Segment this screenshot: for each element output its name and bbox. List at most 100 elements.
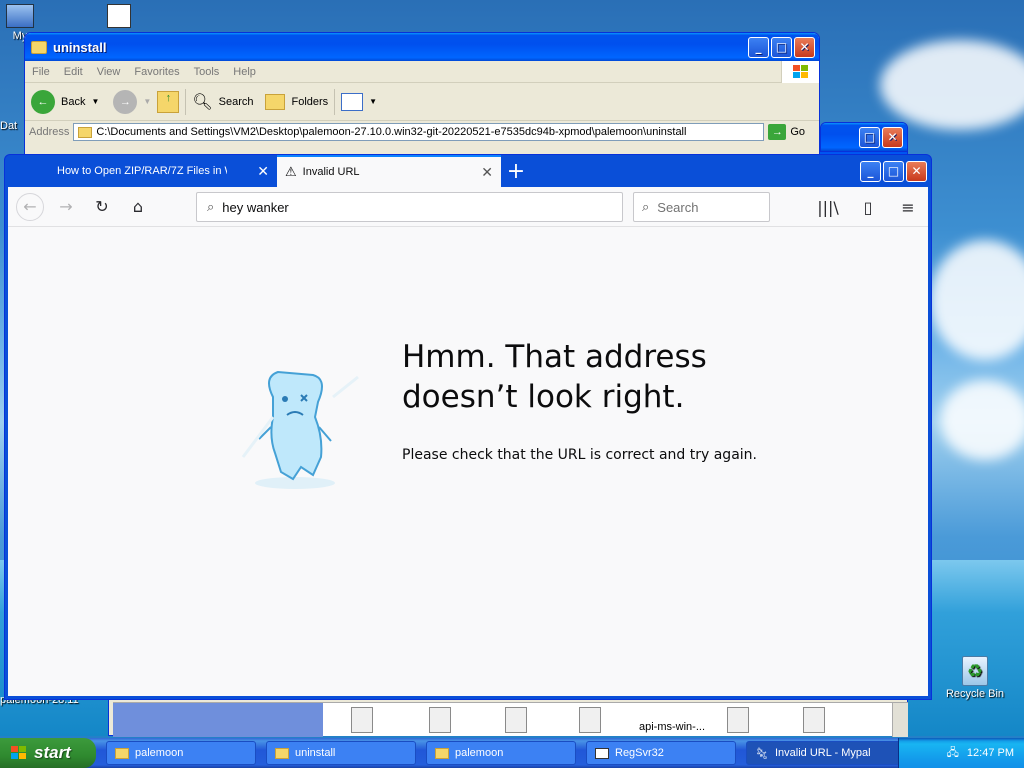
search-button-label[interactable]: Search <box>219 96 254 108</box>
recycle-bin-desktop-icon[interactable]: ♻ Recycle Bin <box>940 656 1010 700</box>
window-title: uninstall <box>53 39 107 55</box>
folder-icon <box>78 126 93 138</box>
search-icon: ⌕ <box>207 199 215 214</box>
folders-button-label[interactable]: Folders <box>291 96 328 108</box>
toolbar: ← Back ▼ → ▼ ↑ 🔍︎ Search Folders ▼ <box>25 83 819 121</box>
file-label[interactable]: api-ms-win-... <box>639 721 705 733</box>
home-icon[interactable]: ⌂ <box>124 193 152 221</box>
maximize-button[interactable]: □ <box>883 160 904 182</box>
close-tab-icon[interactable]: ✕ <box>257 163 269 180</box>
taskbar-item-invalid-url[interactable]: 🦎︎ Invalid URL - Mypal <box>746 741 906 765</box>
clock[interactable]: 12:47 PM <box>967 747 1014 759</box>
maximize-button[interactable]: □ <box>771 36 792 58</box>
tab-how-to-open-zip[interactable]: How to Open ZIP/RAR/7Z Files in Wi ✕ <box>49 155 277 187</box>
menu-view[interactable]: View <box>90 66 128 78</box>
menu-tools[interactable]: Tools <box>187 66 227 78</box>
browser-icon: 🦎︎ <box>755 747 769 760</box>
folder-icon <box>31 40 47 54</box>
dll-file-icon[interactable] <box>429 707 451 733</box>
navigation-toolbar: ← → ↻ ⌂ ⌕ hey wanker ⌕ Search |||\ ▯ ≡ <box>8 187 928 227</box>
title-bar[interactable]: uninstall _ □ ✕ <box>25 33 819 61</box>
close-button[interactable]: ✕ <box>794 36 815 58</box>
address-field[interactable]: C:\Documents and Settings\VM2\Desktop\pa… <box>73 123 765 141</box>
explorer-window-stub[interactable]: □ ✕ <box>820 122 908 152</box>
task-pane-fragment <box>113 703 323 737</box>
taskbar: start palemoon uninstall palemoon RegSvr… <box>0 738 1024 768</box>
back-button-label[interactable]: Back <box>61 96 85 108</box>
go-arrow-icon[interactable]: → <box>768 124 787 140</box>
close-button[interactable]: ✕ <box>906 160 927 182</box>
folder-up-icon[interactable]: ↑ <box>157 90 180 113</box>
task-label: Invalid URL - Mypal <box>774 747 871 759</box>
computer-icon <box>6 4 34 28</box>
window-icon <box>595 747 609 759</box>
dropdown-arrow-icon[interactable]: ▼ <box>369 97 377 106</box>
recycle-bin-icon: ♻ <box>962 656 988 686</box>
new-tab-plus-icon[interactable]: + <box>501 155 531 187</box>
search-placeholder: Search <box>657 199 699 215</box>
dll-file-icon[interactable] <box>579 707 601 733</box>
address-label: Address <box>29 126 70 138</box>
network-icon[interactable]: 🖧︎ <box>947 744 959 763</box>
menu-help[interactable]: Help <box>226 66 263 78</box>
library-icon[interactable]: |||\ <box>814 193 842 221</box>
views-icon[interactable] <box>341 92 364 111</box>
reload-icon[interactable]: ↻ <box>88 193 116 221</box>
forward-arrow-icon[interactable]: → <box>113 89 138 114</box>
back-arrow-icon[interactable]: ← <box>31 89 55 114</box>
browser-content-area: ← → ↻ ⌂ ⌕ hey wanker ⌕ Search |||\ ▯ ≡ H… <box>8 187 928 696</box>
error-title: Hmm. That address doesn’t look right. <box>402 339 707 415</box>
warning-icon: ⚠ <box>285 164 297 179</box>
tab-title: How to Open ZIP/RAR/7Z Files in Wi <box>57 165 227 177</box>
menu-hamburger-icon[interactable]: ≡ <box>894 193 922 221</box>
dropdown-arrow-icon[interactable]: ▼ <box>143 97 151 106</box>
close-tab-icon[interactable]: ✕ <box>481 164 493 181</box>
browser-window[interactable]: How to Open ZIP/RAR/7Z Files in Wi ✕ ⚠ I… <box>4 154 932 700</box>
menu-file[interactable]: File <box>25 66 57 78</box>
dll-file-icon[interactable] <box>505 707 527 733</box>
taskbar-item-uninstall[interactable]: uninstall <box>266 741 416 765</box>
scrollbar[interactable] <box>892 703 908 737</box>
file-desktop-icon[interactable] <box>104 4 134 30</box>
taskbar-item-palemoon-2[interactable]: palemoon <box>426 741 576 765</box>
sidebar-icon[interactable]: ▯ <box>854 193 882 221</box>
task-label: palemoon <box>135 747 184 759</box>
taskbar-item-regsvr32[interactable]: RegSvr32 <box>586 741 736 765</box>
desktop-icon-label: Dat <box>0 120 18 132</box>
taskbar-item-palemoon[interactable]: palemoon <box>106 741 256 765</box>
close-button[interactable]: ✕ <box>882 126 903 148</box>
minimize-button[interactable]: _ <box>860 160 881 182</box>
search-icon[interactable]: 🔍︎ <box>192 92 212 112</box>
search-bar[interactable]: ⌕ Search <box>633 192 770 222</box>
dropdown-arrow-icon[interactable]: ▼ <box>91 97 99 106</box>
tab-invalid-url[interactable]: ⚠ Invalid URL ✕ <box>277 155 501 187</box>
dll-file-icon[interactable] <box>803 707 825 733</box>
system-tray: 🖧︎ 12:47 PM <box>898 738 1024 768</box>
forward-arrow-icon[interactable]: → <box>52 193 80 221</box>
tab-strip: How to Open ZIP/RAR/7Z Files in Wi ✕ ⚠ I… <box>5 155 931 187</box>
start-label: start <box>34 743 71 762</box>
search-icon: ⌕ <box>642 199 650 214</box>
dll-file-icon[interactable] <box>727 707 749 733</box>
url-input-value: hey wanker <box>222 199 289 215</box>
error-illustration <box>223 357 368 497</box>
menu-edit[interactable]: Edit <box>57 66 90 78</box>
folder-icon <box>435 747 449 759</box>
explorer-file-strip: api-ms-win-... <box>113 702 908 737</box>
separator <box>334 88 336 115</box>
data-desktop-icon[interactable]: Dat <box>0 120 24 132</box>
start-button[interactable]: start <box>0 738 96 768</box>
maximize-button[interactable]: □ <box>859 126 880 148</box>
notepad-file-icon[interactable] <box>351 707 373 733</box>
folders-icon[interactable] <box>265 93 286 110</box>
url-bar[interactable]: ⌕ hey wanker <box>196 192 623 222</box>
task-label: uninstall <box>295 747 336 759</box>
go-button-label[interactable]: Go <box>790 126 819 138</box>
minimize-button[interactable]: _ <box>748 36 769 58</box>
separator <box>185 88 187 115</box>
address-bar: Address C:\Documents and Settings\VM2\De… <box>25 121 819 143</box>
back-arrow-icon[interactable]: ← <box>16 192 44 221</box>
menu-favorites[interactable]: Favorites <box>127 66 186 78</box>
tab-title: Invalid URL <box>302 166 360 178</box>
error-message: Please check that the URL is correct and… <box>402 447 757 463</box>
